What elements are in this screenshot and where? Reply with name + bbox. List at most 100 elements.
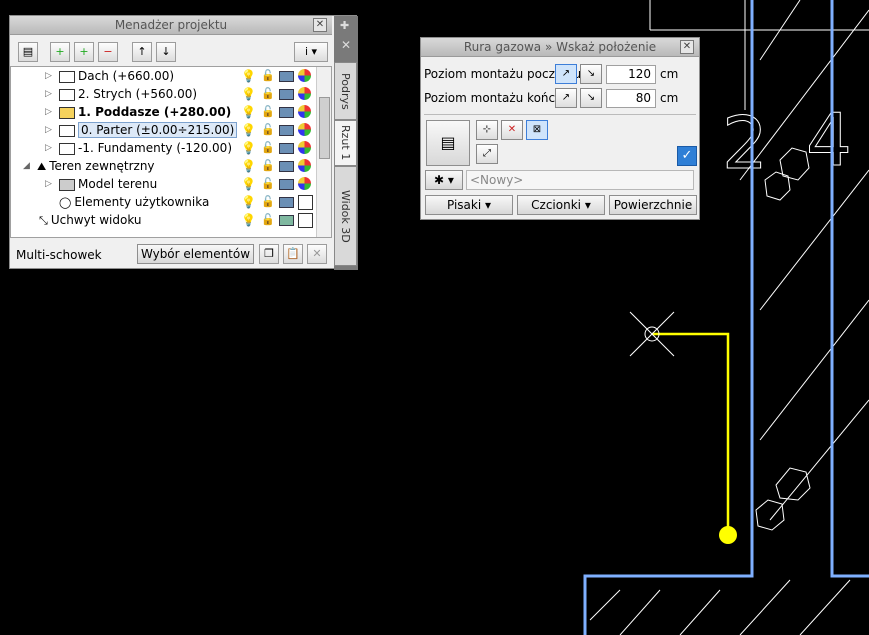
tab-widok-3d[interactable]: Widok 3D [334,166,357,266]
close-icon[interactable]: ✕ [680,40,694,54]
color-palette-icon[interactable] [298,69,311,82]
snap-mode-3-button[interactable]: ⊠ [526,120,548,140]
surfaces-dropdown[interactable]: Powierzchnie ▾ [609,195,697,230]
expand-icon[interactable]: ▷ [45,121,55,139]
clear-button[interactable]: ✕ [307,244,327,264]
lock-icon[interactable]: 🔓 [261,193,275,211]
confirm-checkbox[interactable]: ✓ [677,146,697,166]
move-up-button[interactable]: ↑ [132,42,152,62]
add-level-below-button[interactable]: + [74,42,94,62]
lock-icon[interactable]: 🔓 [261,121,275,139]
gas-pipe-titlebar[interactable]: Rura gazowa » Wskaż położenie ✕ [421,38,699,57]
start-level-input[interactable]: 120 [606,65,656,84]
scrollbar-thumb[interactable] [319,97,330,159]
pin-icon[interactable]: ✚ [340,19,349,32]
snap-mode-1-button[interactable]: ⊹ [476,120,498,140]
eraser-icon[interactable] [279,215,294,226]
visibility-bulb-icon[interactable]: 💡 [241,103,256,121]
color-palette-icon[interactable] [298,105,311,118]
collapse-icon[interactable]: ◢ [23,157,33,175]
tree-scrollbar[interactable] [316,67,331,237]
close-icon[interactable]: ✕ [313,18,327,32]
tree-item-parter[interactable]: ▷ 0. Parter (±0.00÷215.00) 💡 🔓 [11,121,311,139]
tree-item-label: Model terenu [78,177,158,191]
tree-item-elementy[interactable]: ◯ Elementy użytkownika 💡 🔓 [11,193,313,211]
expand-icon[interactable]: ▷ [45,175,55,193]
tab-label: Widok 3D [339,189,352,243]
visibility-bulb-icon[interactable]: 💡 [241,121,256,139]
tree-item-teren[interactable]: ◢ ⛰ Teren zewnętrzny 💡 🔓 [11,157,311,175]
end-level-input[interactable]: 80 [606,89,656,108]
visibility-bulb-icon[interactable]: 💡 [241,67,256,85]
close-side-icon[interactable]: ✕ [341,38,351,52]
fonts-dropdown[interactable]: Czcionki ▾ [517,195,605,215]
print-icon[interactable] [279,179,294,190]
print-icon[interactable] [279,125,294,136]
expand-icon[interactable]: ▷ [45,139,55,157]
lock-icon[interactable]: 🔓 [261,157,275,175]
snap-mode-2-button[interactable]: ✕ [501,120,523,140]
properties-button[interactable]: ▤ [18,42,38,62]
style-picker-button[interactable]: ✱ ▾ [425,170,463,190]
color-palette-icon[interactable] [298,141,311,154]
print-icon[interactable] [279,71,294,82]
delete-level-button[interactable]: − [98,42,118,62]
element-selection-dropdown[interactable]: Wybór elementów ▾ [137,244,254,279]
tree-item-fundamenty[interactable]: ▷ -1. Fundamenty (-120.00) 💡 🔓 [11,139,311,157]
tree-item-uchwyt[interactable]: ⤡ Uchwyt widoku 💡 🔓 [11,211,313,229]
print-icon[interactable] [279,161,294,172]
filter-dropdown-button[interactable]: i ▾ [294,42,328,62]
style-name-field[interactable]: <Nowy> [466,170,694,190]
tab-rzut-1[interactable]: Rzut 1 [334,120,357,166]
copy-button[interactable]: ❐ [259,244,279,264]
project-manager-title: Menadżer projektu [114,18,228,32]
start-level-from-floor-button[interactable]: ↗ [555,64,577,84]
lock-icon[interactable]: 🔓 [261,139,275,157]
print-icon[interactable] [279,89,294,100]
color-palette-icon[interactable] [298,87,311,100]
expand-icon[interactable]: ▷ [45,67,55,85]
lock-icon[interactable]: 🔓 [261,67,275,85]
tab-label: Rzut 1 [339,125,352,161]
visibility-bulb-icon[interactable]: 💡 [241,85,256,103]
hatch-line [759,299,869,441]
project-tree[interactable]: ▷ Dach (+660.00) 💡 🔓 ▷ 2. Strych (+560.0… [10,66,332,238]
color-swatch[interactable] [298,213,313,228]
tree-item-strych[interactable]: ▷ 2. Strych (+560.00) 💡 🔓 [11,85,311,103]
snap-mode-4-button[interactable]: ⤢ [476,144,498,164]
tab-podrys[interactable]: Podrys [334,62,357,120]
paste-button[interactable]: 📋 [283,244,303,264]
lock-icon[interactable]: 🔓 [261,85,275,103]
print-icon[interactable] [279,143,294,154]
pipe-properties-button[interactable]: ▤ [426,120,470,166]
end-level-from-ceiling-button[interactable]: ↘ [580,88,602,108]
gas-pipe[interactable] [652,332,737,544]
color-palette-icon[interactable] [298,159,311,172]
print-icon[interactable] [279,197,294,208]
lock-icon[interactable]: 🔓 [261,211,275,229]
pens-dropdown[interactable]: Pisaki ▾ [425,195,513,215]
visibility-bulb-icon[interactable]: 💡 [241,193,256,211]
lock-icon[interactable]: 🔓 [261,175,275,193]
project-manager-titlebar[interactable]: Menadżer projektu ✕ [10,16,332,35]
tree-item-model-terenu[interactable]: ▷ Model terenu 💡 🔓 [11,175,311,193]
expand-icon[interactable]: ▷ [45,103,55,121]
visibility-bulb-icon[interactable]: 💡 [241,175,256,193]
tree-item-poddasze[interactable]: ▷ 1. Poddasze (+280.00) 💡 🔓 [11,103,311,121]
expand-icon[interactable]: ▷ [45,85,55,103]
hatch-line [769,399,869,521]
color-palette-icon[interactable] [298,177,311,190]
tree-item-dach[interactable]: ▷ Dach (+660.00) 💡 🔓 [11,67,311,85]
visibility-bulb-icon[interactable]: 💡 [241,211,256,229]
end-level-from-floor-button[interactable]: ↗ [555,88,577,108]
move-down-button[interactable]: ↓ [156,42,176,62]
visibility-bulb-icon[interactable]: 💡 [241,139,256,157]
end-level-label: Poziom montażu końca [424,91,563,105]
add-level-above-button[interactable]: + [50,42,70,62]
color-swatch[interactable] [298,195,313,210]
start-level-from-ceiling-button[interactable]: ↘ [580,64,602,84]
color-palette-icon[interactable] [298,123,311,136]
visibility-bulb-icon[interactable]: 💡 [241,157,256,175]
lock-icon[interactable]: 🔓 [261,103,275,121]
print-icon[interactable] [279,107,294,118]
